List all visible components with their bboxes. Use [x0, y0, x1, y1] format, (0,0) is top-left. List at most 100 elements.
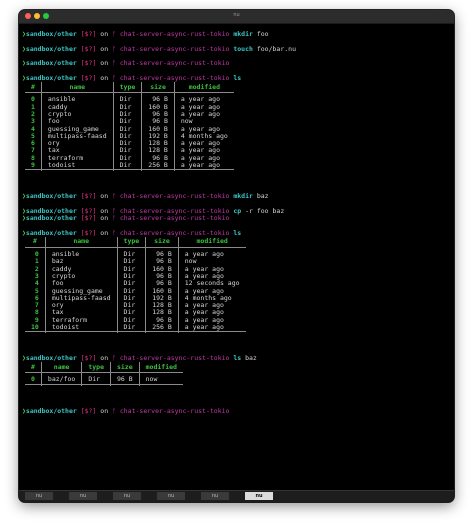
table-cell: 10: [25, 323, 46, 332]
command-args: foo/bar.nu: [256, 44, 296, 53]
prompt-on: on: [100, 354, 109, 363]
prompt-git-branch: ᚠ chat-server-async-rust-tokio: [112, 59, 230, 68]
terminal-tab[interactable]: nu: [157, 492, 185, 500]
tab-bar: nu nu nu nu nu nu: [19, 490, 454, 502]
prompt-git-status: [$?]: [80, 228, 97, 237]
prompt-line: ❯sandbox/other [$?] on ᚠ chat-server-asy…: [22, 31, 454, 38]
terminal-output[interactable]: ❯sandbox/other [$?] on ᚠ chat-server-asy…: [19, 24, 454, 490]
table-cell: 9: [25, 161, 42, 170]
prompt-on: on: [100, 74, 109, 83]
prompt-git-status: [$?]: [80, 30, 97, 39]
prompt-git-status: [$?]: [80, 406, 97, 415]
prompt-on: on: [100, 44, 109, 53]
title-bar: nu: [19, 10, 454, 24]
table-cell: 96 B: [110, 372, 140, 385]
prompt-directory: sandbox/other: [25, 406, 77, 415]
command-name: ls: [233, 228, 242, 237]
column-header: type: [113, 82, 143, 94]
command-name: mkdir: [233, 192, 253, 201]
table-cell: Dir: [81, 372, 111, 385]
column-header: type: [117, 237, 147, 248]
prompt-line: ❯sandbox/other [$?] on ᚠ chat-server-asy…: [22, 355, 454, 362]
prompt-git-status: [$?]: [80, 214, 97, 223]
prompt-on: on: [100, 192, 109, 201]
prompt-on: on: [100, 214, 109, 223]
command-args: -r foo baz: [245, 206, 285, 215]
table-cell: a year ago: [180, 161, 220, 170]
prompt-git-branch: ᚠ chat-server-async-rust-tokio: [112, 406, 230, 415]
prompt-git-branch: ᚠ chat-server-async-rust-tokio: [112, 30, 230, 39]
prompt-directory: sandbox/other: [25, 192, 77, 201]
prompt-directory: sandbox/other: [25, 44, 77, 53]
prompt-git-status: [$?]: [80, 354, 97, 363]
table-cell: 256 B: [141, 161, 175, 170]
table-cell: now: [145, 375, 158, 384]
table-row: 9 todoist Dir 256 B a year ago: [25, 161, 234, 170]
ls-output-table: # name type size modified 0 baz/foo Dir 96 B now: [25, 362, 183, 386]
prompt-on: on: [100, 30, 109, 39]
prompt-git-status: [$?]: [80, 74, 97, 83]
prompt-directory: sandbox/other: [25, 59, 77, 68]
command-name: mkdir: [233, 30, 253, 39]
prompt-line: ❯sandbox/other [$?] on ᚠ chat-server-asy…: [22, 214, 454, 223]
prompt-on: on: [100, 228, 109, 237]
table-cell: a year ago: [184, 322, 224, 331]
column-header: type: [81, 362, 111, 374]
table-cell: Dir: [113, 161, 143, 170]
prompt-line: ❯sandbox/other [$?] on ᚠ chat-server-asy…: [22, 44, 454, 53]
terminal-tab[interactable]: nu: [201, 492, 229, 500]
prompt-on: on: [100, 406, 109, 415]
table-cell: todoist: [45, 323, 118, 332]
prompt-line: ❯sandbox/other [$?] on ᚠ chat-server-asy…: [22, 74, 454, 83]
command-name: touch: [233, 44, 253, 53]
ls-output-table: # name type size modified 0 ansible Dir 96 Ba ye…: [25, 82, 234, 172]
prompt-git-branch: ᚠ chat-server-async-rust-tokio: [112, 44, 230, 53]
prompt-line: ❯sandbox/other [$?] on ᚠ chat-server-asy…: [22, 228, 454, 237]
prompt-directory: sandbox/other: [25, 354, 77, 363]
command-args: baz: [256, 192, 269, 201]
table-cell: Dir: [117, 323, 147, 332]
column-header: #: [25, 362, 42, 374]
column-header: name: [41, 362, 83, 374]
prompt-directory: sandbox/other: [25, 214, 77, 223]
prompt-git-branch: ᚠ chat-server-async-rust-tokio: [112, 228, 230, 237]
prompt-directory: sandbox/other: [25, 228, 77, 237]
column-header: modified: [139, 362, 183, 374]
prompt-on: on: [100, 59, 109, 68]
command-name: ls: [233, 354, 242, 363]
prompt-git-branch: ᚠ chat-server-async-rust-tokio: [112, 354, 230, 363]
terminal-tab[interactable]: nu: [69, 492, 97, 500]
command-args: baz: [245, 354, 257, 363]
command-args: foo: [256, 30, 269, 39]
terminal-tab[interactable]: nu: [113, 492, 141, 500]
column-header: size: [145, 237, 179, 248]
prompt-line: ❯sandbox/other [$?] on ᚠ chat-server-asy…: [22, 193, 454, 200]
prompt-git-branch: ᚠ chat-server-async-rust-tokio: [112, 214, 230, 223]
table-row: 10 todoist Dir 256 B a year ago: [25, 322, 246, 332]
terminal-window: nu ❯sandbox/other [$?] on ᚠ chat-server-…: [19, 10, 454, 502]
column-header: modified: [178, 237, 246, 248]
ls-output-table: # name type size modified 0 ansible Dir 96 Ba ye…: [25, 237, 246, 334]
terminal-tab[interactable]: nu: [25, 492, 53, 500]
table-cell: 0: [25, 372, 42, 385]
prompt-git-status: [$?]: [80, 59, 97, 68]
table-cell: 256 B: [145, 323, 179, 332]
table-cell: baz/foo: [41, 372, 83, 385]
prompt-line: ❯sandbox/other [$?] on ᚠ chat-server-asy…: [22, 60, 454, 67]
column-header: modified: [174, 82, 234, 94]
command-name: ls: [233, 74, 242, 83]
column-header: name: [45, 237, 118, 248]
prompt-git-status: [$?]: [80, 192, 97, 201]
table-row: 0 baz/foo Dir 96 B now: [25, 372, 183, 385]
prompt-git-branch: ᚠ chat-server-async-rust-tokio: [112, 192, 230, 201]
prompt-git-branch: ᚠ chat-server-async-rust-tokio: [112, 74, 230, 83]
terminal-tab[interactable]: nu: [245, 492, 273, 500]
column-header: name: [41, 82, 114, 94]
prompt-directory: sandbox/other: [25, 74, 77, 83]
column-header: size: [110, 362, 140, 374]
column-header: #: [25, 237, 46, 248]
column-header: size: [141, 82, 175, 94]
prompt-git-status: [$?]: [80, 44, 97, 53]
table-cell: todoist: [41, 161, 114, 170]
column-header: #: [25, 82, 42, 94]
